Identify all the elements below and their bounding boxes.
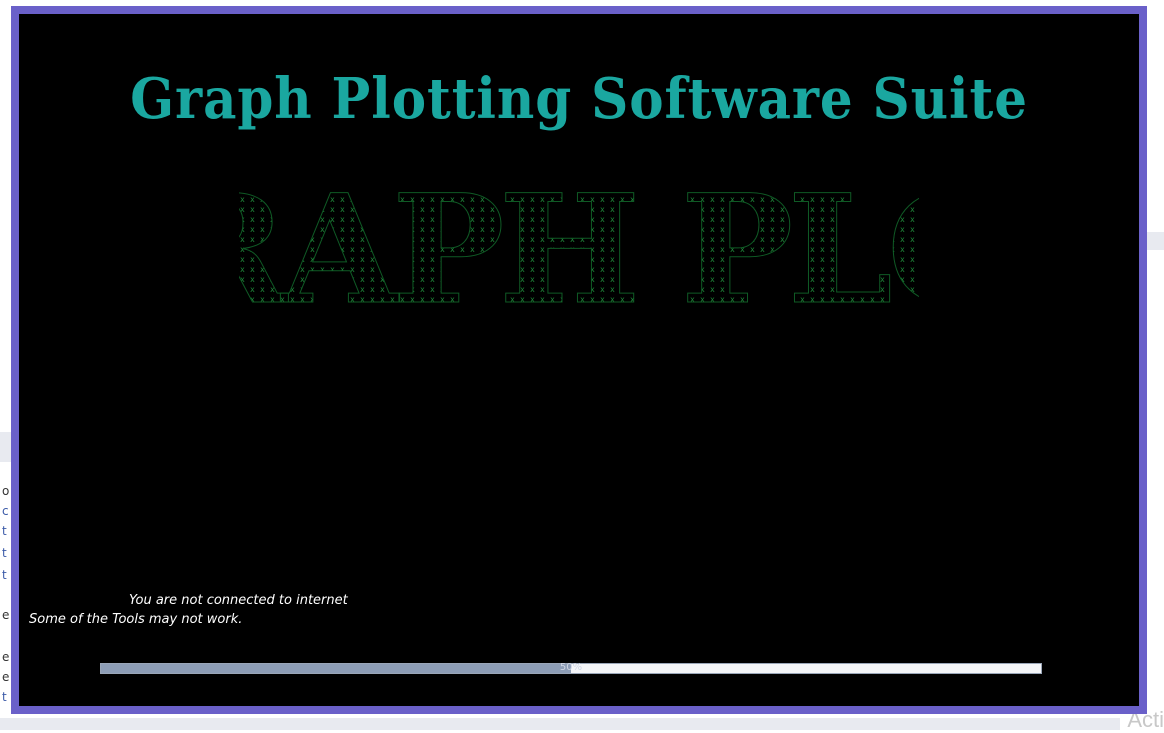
background-text-fragment: c [2, 504, 9, 518]
graph-plot-logo: x GRAPH PLOT [239, 174, 919, 324]
app-title: Graph Plotting Software Suite [130, 66, 1028, 132]
progress-label: 50% [559, 662, 583, 673]
background-text-fragment: t [2, 524, 7, 538]
background-window-strip [1147, 232, 1164, 250]
splash-window: Graph Plotting Software Suite x GRAPH PL… [11, 6, 1147, 714]
background-window-strip [0, 718, 1120, 730]
connection-warning: You are not connected to internet [129, 593, 348, 608]
background-text-fragment: e [2, 670, 10, 684]
background-text-fragment: e [2, 650, 10, 664]
loading-progress-bar: 50% [100, 662, 1042, 674]
background-text-fragment: t [2, 546, 7, 560]
background-text-fragment: t [2, 568, 7, 582]
background-text-fragment: e [2, 608, 10, 622]
background-window-strip [0, 432, 11, 462]
background-text-fragment: o [2, 484, 10, 498]
logo-text: GRAPH PLOT [239, 174, 919, 324]
tools-warning: Some of the Tools may not work. [29, 612, 243, 627]
background-text-fragment: t [2, 690, 7, 704]
